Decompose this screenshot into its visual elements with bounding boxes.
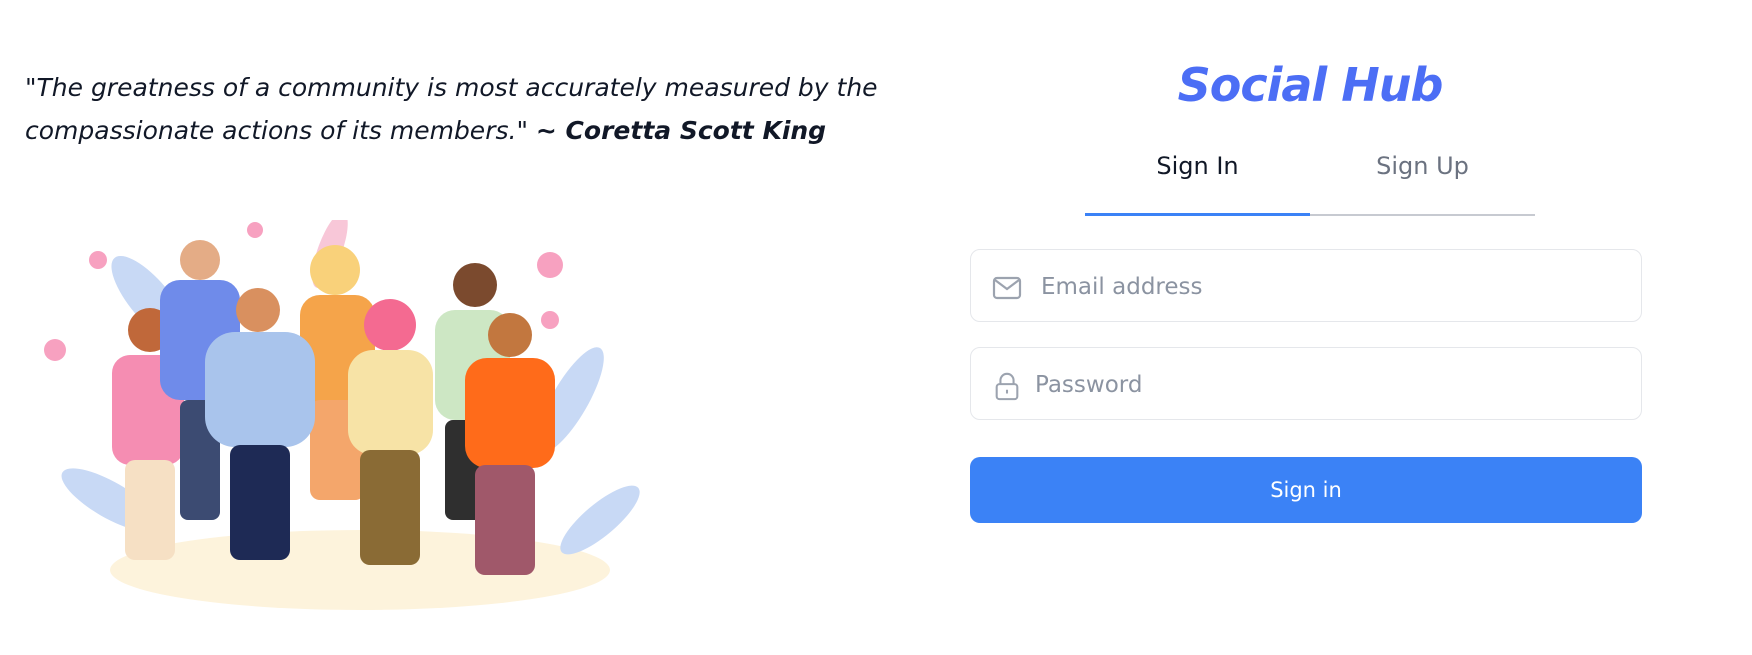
email-field[interactable] <box>970 249 1642 322</box>
brand-logo: Social Hub <box>1177 58 1444 112</box>
password-input[interactable] <box>1033 362 1617 408</box>
sign-in-button[interactable]: Sign in <box>970 457 1642 523</box>
community-illustration <box>44 220 640 610</box>
auth-tabs: Sign In Sign Up <box>1085 140 1535 216</box>
quote-author: ~ Coretta Scott King <box>535 116 827 145</box>
auth-panel: Social Hub Sign In Sign Up Sign in <box>970 0 1650 655</box>
community-quote: "The greatness of a community is most ac… <box>25 66 905 152</box>
email-input[interactable] <box>1039 264 1623 310</box>
password-field[interactable] <box>970 347 1642 420</box>
mail-icon <box>992 276 1022 300</box>
tab-sign-up[interactable]: Sign Up <box>1310 152 1535 180</box>
lock-icon <box>995 372 1019 401</box>
left-panel: "The greatness of a community is most ac… <box>0 0 900 655</box>
tab-sign-in[interactable]: Sign In <box>1085 152 1310 180</box>
active-tab-indicator <box>1085 213 1310 216</box>
